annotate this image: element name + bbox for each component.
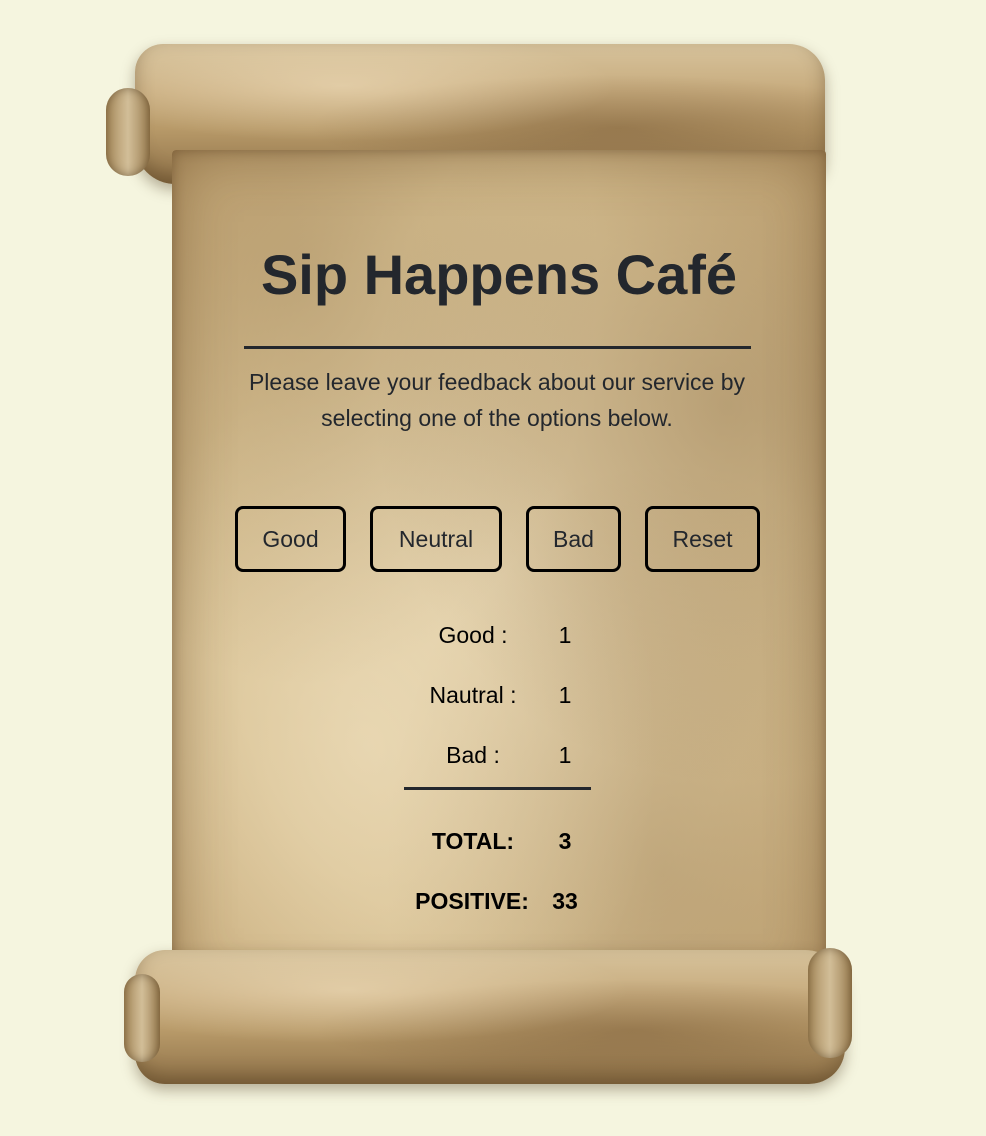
good-count-value: 1 [558,622,572,648]
stat-row-neutral: Nautral : 1 [172,682,826,714]
scroll-top-roll-end [106,88,150,176]
page-title: Sip Happens Café [260,243,738,306]
bad-button[interactable]: Bad [526,506,621,572]
neutral-count-value: 1 [558,682,572,708]
stat-row-good: Good : 1 [172,622,826,654]
neutral-count-label: Nautral : [429,682,517,708]
total-value: 3 [558,828,572,854]
feedback-buttons: Good Neutral Bad Reset [172,506,826,572]
stat-row-positive: POSITIVE: 33 [172,888,826,920]
title-divider [244,346,751,349]
stat-row-bad: Bad : 1 [172,742,826,774]
bad-count-label: Bad : [446,742,500,768]
good-button[interactable]: Good [235,506,346,572]
positive-value: 33 [552,888,578,914]
scroll-bottom-roll-left-end [124,974,160,1062]
scroll-bottom-roll [135,950,845,1084]
bad-count-value: 1 [558,742,572,768]
positive-label: POSITIVE: [415,888,529,914]
total-label: TOTAL: [431,828,515,854]
page-subtitle: Please leave your feedback about our ser… [248,369,746,431]
neutral-button[interactable]: Neutral [370,506,502,572]
stats-divider [404,787,591,790]
reset-button[interactable]: Reset [645,506,760,572]
scroll-bottom-roll-right-end [808,948,852,1058]
good-count-label: Good : [438,622,508,648]
stat-row-total: TOTAL: 3 [172,828,826,860]
